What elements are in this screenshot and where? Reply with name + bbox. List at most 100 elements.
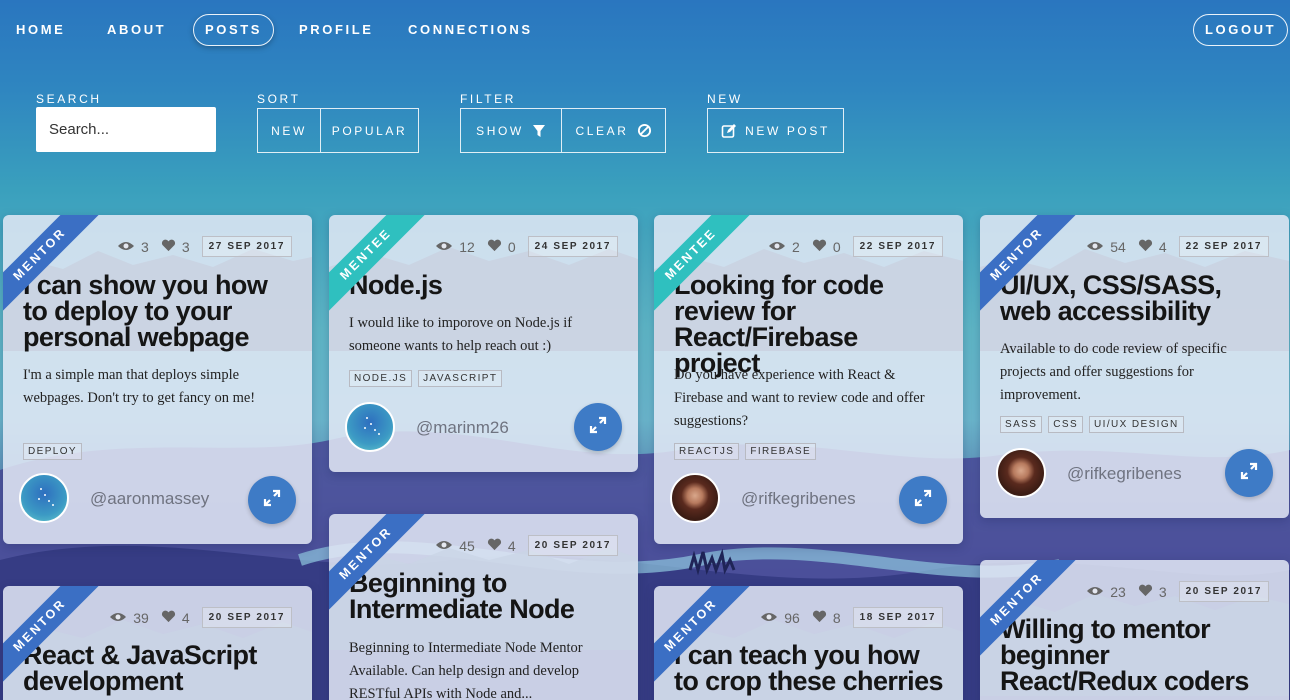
post-meta: 96 8 18 SEP 2017 [760,607,943,628]
view-count: 12 [459,238,475,255]
heart-icon [487,239,502,255]
view-count: 23 [1110,583,1126,600]
expand-icon [1240,462,1258,485]
tag[interactable]: JAVASCRIPT [418,370,503,387]
heart-icon [1138,239,1153,255]
nav-posts[interactable]: POSTS [193,14,275,46]
search-label: SEARCH [36,92,102,106]
sort-label: SORT [257,92,301,106]
tag[interactable]: NODE.JS [349,370,413,387]
post-date: 18 SEP 2017 [852,607,943,628]
username[interactable]: @aaronmassey [90,489,209,509]
tag[interactable]: REACTJS [674,443,740,460]
eye-icon [1086,239,1104,255]
tag[interactable]: UI/UX DESIGN [1089,416,1184,433]
post-description: Available to do code review of specific … [1000,341,1227,403]
mentor-ribbon: MENTOR [980,560,1076,656]
nav-profile[interactable]: PROFILE [288,14,385,46]
tag-list: REACTJS FIREBASE [674,443,817,460]
nav-about[interactable]: ABOUT [96,14,177,46]
view-count: 2 [792,238,800,255]
mentee-ribbon: MENTEE [329,215,425,311]
edit-icon [721,123,737,139]
heart-icon [1138,584,1153,600]
post-card[interactable]: MENTOR 45 4 20 SEP 2017 Beginning to Int… [329,514,638,700]
post-date: 20 SEP 2017 [1178,581,1269,602]
top-nav: HOME ABOUT POSTS PROFILE CONNECTIONS LOG… [0,14,1290,48]
username[interactable]: @marinm26 [416,418,509,438]
post-description: I'm a simple man that deploys simple web… [23,367,256,406]
post-card[interactable]: MENTOR 54 4 22 SEP 2017 UI/UX, CSS/SASS,… [980,215,1289,518]
filter-label: FILTER [460,92,517,106]
expand-button[interactable] [574,403,622,451]
post-card[interactable]: MENTEE 2 0 22 SEP 2017 Looking for code … [654,215,963,544]
filter-show-button[interactable]: SHOW [460,108,562,153]
expand-button[interactable] [899,476,947,524]
logout-button[interactable]: LOGOUT [1193,14,1289,46]
post-card[interactable]: MENTEE 12 0 24 SEP 2017 Node.js I would … [329,215,638,472]
username[interactable]: @rifkegribenes [1067,464,1182,484]
avatar[interactable] [19,473,69,523]
post-meta: 2 0 22 SEP 2017 [768,236,943,257]
tag-list: NODE.JS JAVASCRIPT [349,370,503,387]
heart-icon [487,538,502,554]
search-input[interactable] [36,107,216,152]
sort-popular-label: POPULAR [331,123,408,138]
tag[interactable]: DEPLOY [23,443,82,460]
nav-home[interactable]: HOME [5,14,76,46]
expand-icon [914,489,932,512]
filter-clear-button[interactable]: CLEAR [562,108,666,153]
post-meta: 54 4 22 SEP 2017 [1086,236,1269,257]
avatar[interactable] [345,402,395,452]
sort-popular-button[interactable]: POPULAR [321,108,419,153]
avatar[interactable] [996,448,1046,498]
like-count: 0 [832,238,841,255]
filter-group: SHOW CLEAR [460,108,666,153]
like-count: 4 [507,537,516,554]
avatar[interactable] [670,473,720,523]
funnel-icon [532,124,546,138]
expand-button[interactable] [248,476,296,524]
view-count: 3 [141,238,149,255]
eye-icon [1086,584,1104,600]
tag-list: SASS CSS UI/UX DESIGN [1000,416,1184,433]
post-description: Beginning to Intermediate Node Mentor Av… [349,640,583,700]
post-card[interactable]: MENTOR 96 8 18 SEP 2017 I can teach you … [654,586,963,700]
tag[interactable]: SASS [1000,416,1043,433]
heart-icon [812,239,827,255]
mentor-ribbon: MENTOR [329,514,425,610]
stars-icon [364,417,380,435]
filter-show-label: SHOW [476,123,524,138]
post-description: I would like to imporove on Node.js if s… [349,315,573,354]
sort-new-label: NEW [271,123,307,138]
post-date: 20 SEP 2017 [201,607,292,628]
mentor-ribbon: MENTOR [980,215,1076,311]
view-count: 54 [1110,238,1126,255]
post-meta: 3 3 27 SEP 2017 [117,236,292,257]
post-date: 22 SEP 2017 [852,236,943,257]
heart-icon [812,610,827,626]
username[interactable]: @rifkegribenes [741,489,856,509]
tag[interactable]: CSS [1048,416,1084,433]
like-count: 8 [832,609,841,626]
new-post-button[interactable]: NEW POST [707,108,844,153]
ban-icon [637,123,652,138]
new-label: NEW [707,92,743,106]
mentee-ribbon: MENTEE [654,215,750,311]
post-card[interactable]: MENTOR 39 4 20 SEP 2017 React & JavaScri… [3,586,312,700]
like-count: 3 [181,238,190,255]
post-meta: 39 4 20 SEP 2017 [109,607,292,628]
post-card[interactable]: MENTOR 3 3 27 SEP 2017 I can show you ho… [3,215,312,544]
post-date: 22 SEP 2017 [1178,236,1269,257]
post-card[interactable]: MENTOR 23 3 20 SEP 2017 Willing to mento… [980,560,1289,700]
tag[interactable]: FIREBASE [745,443,817,460]
heart-icon [161,610,176,626]
eye-icon [435,239,453,255]
nav-connections[interactable]: CONNECTIONS [397,14,544,46]
view-count: 96 [784,609,800,626]
expand-button[interactable] [1225,449,1273,497]
sort-new-button[interactable]: NEW [257,108,321,153]
eye-icon [435,538,453,554]
like-count: 4 [181,609,190,626]
sort-group: NEW POPULAR [257,108,419,153]
